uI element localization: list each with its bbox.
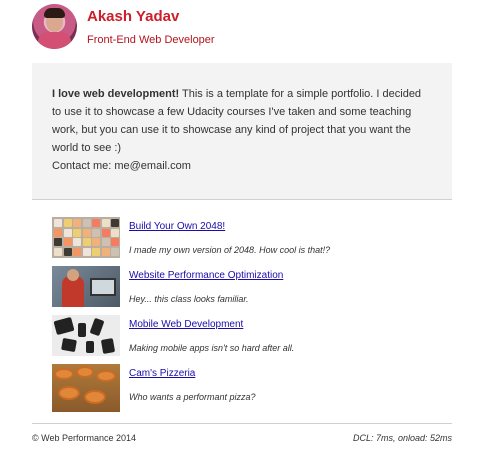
project-perf-link[interactable]: Website Performance Optimization (129, 270, 283, 281)
tile-decoration (82, 219, 91, 227)
tile-decoration (54, 248, 62, 257)
tile-decoration (73, 238, 81, 247)
intro-bold: I love web development! (52, 88, 180, 100)
contact-text: Contact me: me@email.com (52, 160, 191, 172)
project-item: Website Performance Optimization Hey... … (52, 266, 452, 315)
tile-decoration (63, 238, 72, 247)
project-perf-thumbnail[interactable] (52, 266, 120, 307)
tile-decoration (101, 248, 110, 257)
tile-decoration (54, 228, 62, 237)
projects-list: Build Your Own 2048! I made my own versi… (52, 217, 452, 413)
profile-name: Akash Yadav (87, 8, 180, 25)
tile-decoration (54, 219, 62, 227)
middle-divider (32, 199, 452, 200)
footer-timing: DCL: 7ms, onload: 52ms (352, 433, 452, 443)
project-mobile-link[interactable]: Mobile Web Development (129, 319, 243, 330)
project-2048-thumbnail[interactable] (52, 217, 120, 258)
tile-decoration (111, 219, 119, 227)
tile-decoration (111, 248, 119, 257)
intro-section: I love web development! This is a templa… (32, 63, 452, 199)
profile-role: Front-End Web Developer (87, 34, 215, 46)
tile-decoration (63, 219, 72, 227)
bottom-divider (32, 423, 452, 424)
tile-decoration (92, 238, 100, 247)
project-pizza-thumbnail[interactable] (52, 364, 120, 412)
project-item: Mobile Web Development Making mobile app… (52, 315, 452, 364)
tile-decoration (111, 238, 119, 247)
project-item: Build Your Own 2048! I made my own versi… (52, 217, 452, 266)
tile-decoration (82, 228, 91, 237)
tile-decoration (54, 238, 62, 247)
tile-decoration (63, 228, 72, 237)
project-pizza-link[interactable]: Cam's Pizzeria (129, 368, 195, 379)
tile-decoration (101, 238, 110, 247)
tile-decoration (92, 219, 100, 227)
project-perf-description: Hey... this class looks familiar. (129, 294, 249, 304)
tile-decoration (82, 248, 91, 257)
intro-text: I love web development! This is a templa… (52, 85, 432, 157)
avatar (32, 4, 77, 49)
project-mobile-thumbnail[interactable] (52, 315, 120, 356)
project-item: Cam's Pizzeria Who wants a performant pi… (52, 364, 452, 413)
footer-copyright: © Web Performance 2014 (32, 433, 137, 443)
tile-decoration (111, 228, 119, 237)
tile-decoration (73, 228, 81, 237)
tile-decoration (101, 219, 110, 227)
tile-decoration (101, 228, 110, 237)
project-2048-description: I made my own version of 2048. How cool … (129, 245, 331, 255)
tile-decoration (73, 219, 81, 227)
tile-decoration (82, 238, 91, 247)
header: Akash Yadav Front-End Web Developer (32, 4, 452, 52)
tile-decoration (73, 248, 81, 257)
tile-decoration (63, 248, 72, 257)
tile-decoration (92, 248, 100, 257)
project-mobile-description: Making mobile apps isn't so hard after a… (129, 343, 295, 353)
tile-decoration (92, 228, 100, 237)
project-2048-link[interactable]: Build Your Own 2048! (129, 221, 225, 232)
project-pizza-description: Who wants a performant pizza? (129, 392, 256, 402)
